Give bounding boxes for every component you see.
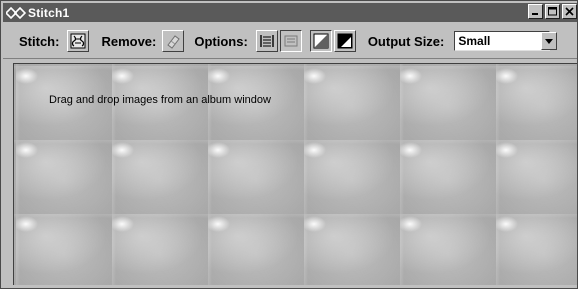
options-label: Options: — [194, 33, 248, 49]
stitch-drop-area[interactable]: Drag and drop images from an album windo… — [13, 63, 577, 285]
align-horizontal-button[interactable] — [255, 30, 278, 52]
toolbar: Stitch: Remove: Options: Output Size: Sm… — [3, 24, 577, 59]
close-button[interactable] — [562, 4, 577, 19]
minimize-button[interactable] — [528, 4, 543, 19]
stitch-label: Stitch: — [19, 33, 60, 49]
align-vertical-button[interactable] — [279, 30, 302, 52]
close-icon — [565, 7, 574, 16]
drop-hint-text: Drag and drop images from an album windo… — [49, 94, 271, 106]
title-bar[interactable]: Stitch1 — [3, 3, 577, 22]
remove-label: Remove: — [101, 33, 157, 49]
window-title: Stitch1 — [28, 5, 70, 20]
dark-background-button[interactable] — [333, 30, 356, 52]
light-background-button[interactable] — [309, 30, 332, 52]
remove-button[interactable] — [162, 30, 185, 52]
output-size-select[interactable]: Small — [454, 31, 558, 51]
output-size-label: Output Size: — [367, 33, 445, 49]
align-horizontal-icon — [260, 35, 274, 47]
window-controls — [526, 4, 577, 19]
stitch-icon — [70, 33, 86, 49]
maximize-button[interactable] — [545, 4, 560, 19]
eraser-icon — [167, 35, 181, 49]
stitch-button[interactable] — [67, 30, 90, 52]
align-vertical-icon — [284, 35, 298, 47]
output-size-value: Small — [458, 34, 491, 48]
stitch-window: Stitch1 Stitch: Remove: Options: Output … — [0, 0, 578, 289]
maximize-icon — [548, 7, 557, 16]
dropdown-button[interactable] — [541, 32, 558, 50]
minimize-icon — [532, 13, 538, 15]
chevron-down-icon — [545, 38, 554, 44]
link-diamonds-icon — [6, 6, 26, 19]
dark-background-icon — [337, 33, 353, 49]
light-background-icon — [313, 33, 329, 49]
